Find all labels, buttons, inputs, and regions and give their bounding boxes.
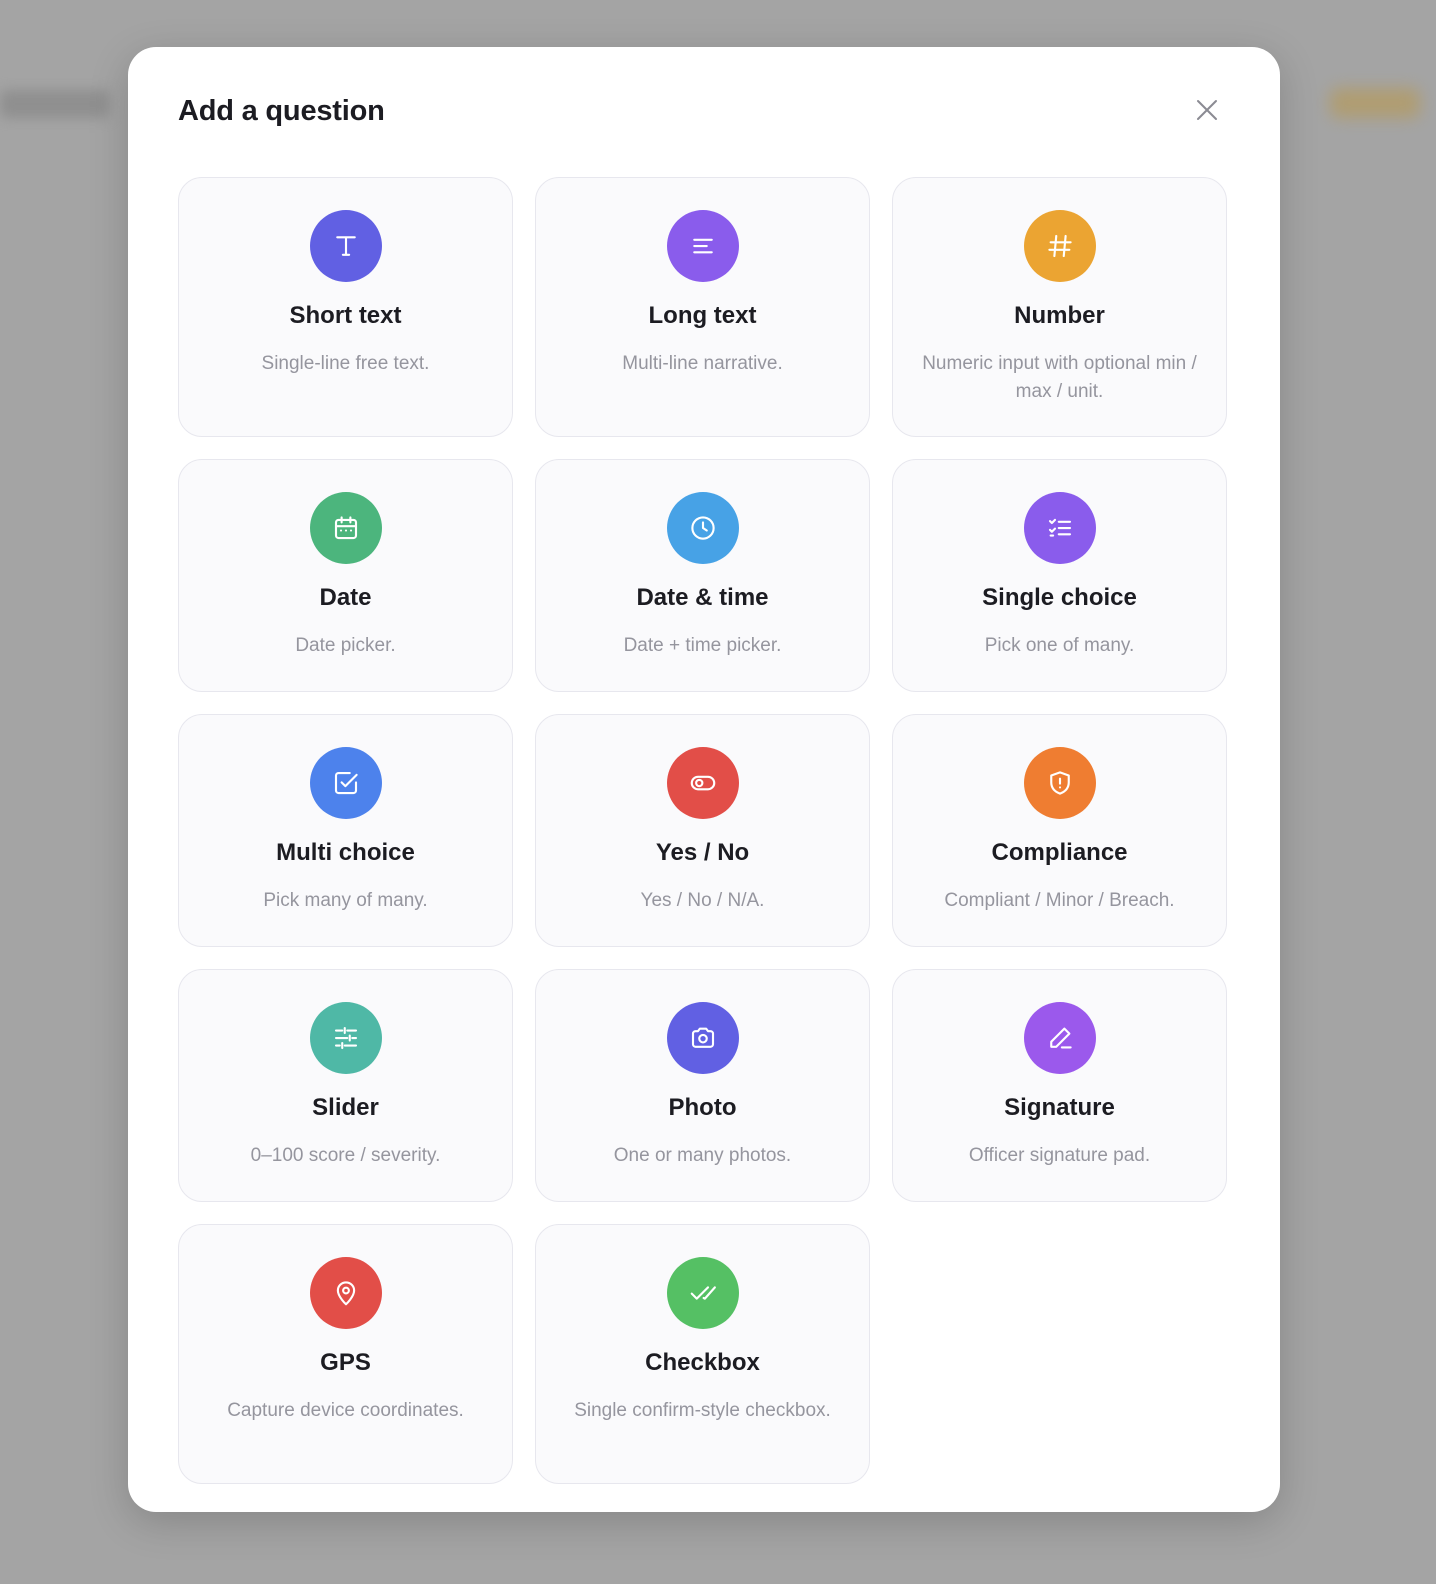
question-type-title: Short text	[289, 302, 402, 329]
dialog-title: Add a question	[178, 95, 385, 127]
checkbox-square-icon	[334, 771, 358, 795]
toggle-icon-badge	[666, 747, 739, 819]
pen-icon	[1049, 1027, 1072, 1049]
question-type-title: GPS	[320, 1349, 371, 1376]
question-type-card-date[interactable]: Date Date picker.	[178, 459, 513, 692]
question-type-description: Date + time picker.	[623, 635, 782, 656]
question-type-title: Slider	[312, 1094, 379, 1121]
close-button[interactable]	[1192, 95, 1222, 125]
text-t-icon-badge	[309, 210, 382, 282]
clock-icon-badge	[666, 492, 739, 564]
hash-icon	[1047, 234, 1072, 258]
sliders-icon	[334, 1026, 357, 1050]
question-type-title: Compliance	[991, 839, 1128, 866]
question-type-title: Date	[319, 584, 372, 611]
question-type-description: Pick one of many.	[984, 635, 1135, 656]
background-blur-left	[0, 90, 110, 118]
question-type-card-signature[interactable]: Signature Officer signature pad.	[892, 969, 1227, 1202]
checkbox-square-icon-badge	[309, 747, 382, 819]
question-type-card-multi-choice[interactable]: Multi choice Pick many of many.	[178, 714, 513, 947]
question-type-description: Single confirm-style checkbox.	[574, 1400, 831, 1421]
camera-icon	[691, 1027, 714, 1048]
question-type-description: One or many photos.	[613, 1145, 792, 1166]
double-check-icon-badge	[666, 1257, 739, 1329]
question-type-card-number[interactable]: Number Numeric input with optional min / …	[892, 177, 1227, 437]
toggle-icon	[690, 775, 715, 791]
clock-icon	[690, 516, 715, 540]
question-type-description: Single-line free text.	[261, 353, 430, 374]
map-pin-icon	[336, 1281, 355, 1306]
question-type-card-slider[interactable]: Slider 0–100 score / severity.	[178, 969, 513, 1202]
question-type-description: Pick many of many.	[263, 890, 428, 911]
question-type-card-short-text[interactable]: Short text Single-line free text.	[178, 177, 513, 437]
question-type-title: Signature	[1004, 1094, 1115, 1121]
question-type-grid: Short text Single-line free text. Long tex…	[178, 177, 1230, 1484]
question-type-description: Yes / No / N/A.	[640, 890, 765, 911]
question-type-card-photo[interactable]: Photo One or many photos.	[535, 969, 870, 1202]
question-type-description: Numeric input with optional min / max / …	[922, 353, 1197, 402]
add-question-dialog: Add a question Short text Single-line fre…	[128, 47, 1280, 1512]
question-type-title: Date & time	[636, 584, 769, 611]
question-type-description: Compliant / Minor / Breach.	[944, 890, 1175, 911]
question-type-description: Capture device coordinates.	[227, 1400, 464, 1421]
question-type-card-compliance[interactable]: Compliance Compliant / Minor / Breach.	[892, 714, 1227, 947]
question-type-description: Multi-line narrative.	[622, 353, 783, 374]
map-pin-icon-badge	[309, 1257, 382, 1329]
align-left-icon-badge	[666, 210, 739, 282]
question-type-description: Date picker.	[295, 635, 396, 656]
background-blur-right	[1330, 88, 1420, 118]
shield-alert-icon	[1049, 771, 1070, 795]
question-type-card-checkbox[interactable]: Checkbox Single confirm-style checkbox.	[535, 1224, 870, 1484]
question-type-card-date-time[interactable]: Date & time Date + time picker.	[535, 459, 870, 692]
calendar-icon-badge	[309, 492, 382, 564]
align-left-icon	[692, 238, 713, 254]
question-type-title: Checkbox	[645, 1349, 760, 1376]
double-check-icon	[690, 1286, 716, 1300]
close-icon	[1197, 100, 1217, 120]
shield-alert-icon-badge	[1023, 747, 1096, 819]
question-type-card-long-text[interactable]: Long text Multi-line narrative.	[535, 177, 870, 437]
question-type-title: Photo	[668, 1094, 737, 1121]
question-type-card-yes-no[interactable]: Yes / No Yes / No / N/A.	[535, 714, 870, 947]
question-type-title: Yes / No	[655, 839, 750, 866]
question-type-description: Officer signature pad.	[968, 1145, 1151, 1166]
question-type-title: Multi choice	[276, 839, 415, 866]
pen-icon-badge	[1023, 1002, 1096, 1074]
calendar-icon	[334, 516, 357, 540]
question-type-title: Long text	[648, 302, 757, 329]
hash-icon-badge	[1023, 210, 1096, 282]
question-type-description: 0–100 score / severity.	[250, 1145, 441, 1166]
camera-icon-badge	[666, 1002, 739, 1074]
text-t-icon	[335, 236, 356, 256]
sliders-icon-badge	[309, 1002, 382, 1074]
list-checks-icon	[1048, 518, 1071, 537]
question-type-title: Number	[1014, 302, 1105, 329]
question-type-title: Single choice	[982, 584, 1137, 611]
question-type-card-single-choice[interactable]: Single choice Pick one of many.	[892, 459, 1227, 692]
list-checks-icon-badge	[1023, 492, 1096, 564]
question-type-card-gps[interactable]: GPS Capture device coordinates.	[178, 1224, 513, 1484]
